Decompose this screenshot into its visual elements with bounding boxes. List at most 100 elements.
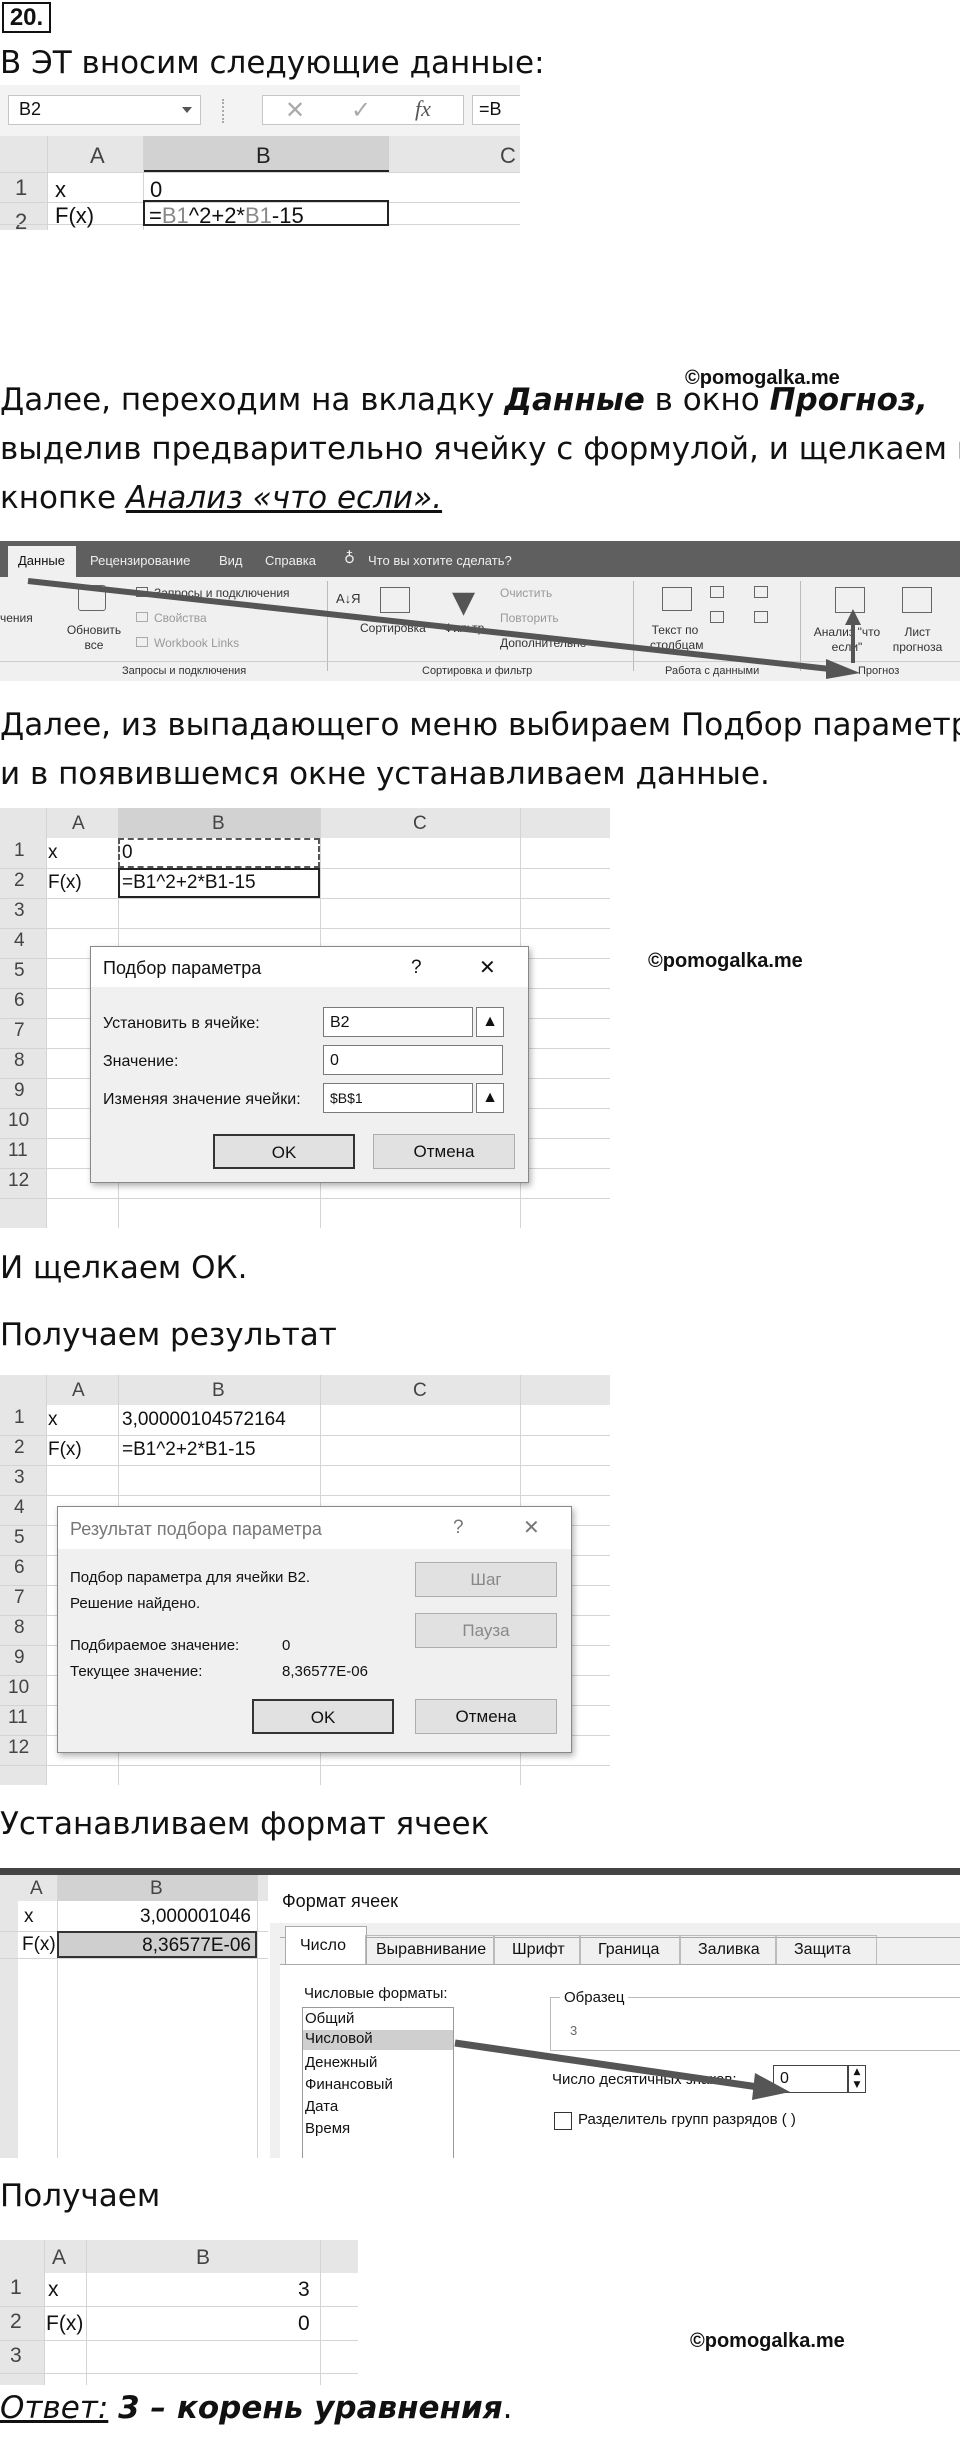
enter-icon[interactable]: ✓: [351, 96, 371, 124]
cell-a1[interactable]: x: [48, 1409, 58, 1431]
row-header-2[interactable]: 2: [15, 209, 27, 230]
current-value-label: Текущее значение:: [70, 1663, 203, 1680]
cell-b1[interactable]: 3,00000104572164: [122, 1409, 286, 1431]
watermark: ©pomogalka.me: [648, 950, 803, 972]
ok-button[interactable]: OK: [213, 1134, 355, 1169]
cancel-button[interactable]: Отмена: [373, 1134, 515, 1169]
answer-label: Ответ:: [0, 2390, 109, 2426]
ribbon-data-tab: Данные Рецензирование Вид Справка ♁ Что …: [0, 541, 960, 681]
row-header-3[interactable]: 3: [14, 900, 25, 922]
row-header-9[interactable]: 9: [14, 1080, 25, 1102]
ok-button[interactable]: OK: [252, 1699, 394, 1734]
row-header-4[interactable]: 4: [14, 1497, 25, 1519]
row-header-7[interactable]: 7: [14, 1587, 25, 1609]
cell-a1[interactable]: x: [55, 177, 66, 203]
current-value: 8,36577E-06: [282, 1663, 368, 1680]
cell-a2[interactable]: F(x): [46, 2312, 83, 2336]
cell-b2-selected[interactable]: =B1^2+2*B1-15: [143, 200, 389, 228]
value-label: Значение:: [103, 1053, 179, 1070]
watermark: ©pomogalka.me: [690, 2330, 845, 2352]
help-icon[interactable]: ?: [453, 1517, 464, 1539]
row-header-11[interactable]: 11: [8, 1140, 28, 1162]
row-header-9[interactable]: 9: [14, 1647, 25, 1669]
paragraph-1: В ЭТ вносим следующие данные:: [0, 45, 545, 81]
row-header-1[interactable]: 1: [10, 2276, 22, 2300]
paragraph-3-line-2: и в появившемся окне устанавливаем данны…: [0, 756, 770, 792]
paragraph-5: Получаем результат: [0, 1317, 337, 1353]
row-header-8[interactable]: 8: [14, 1050, 25, 1072]
paragraph-3-line-1: Далее, из выпадающего меню выбираем Подб…: [0, 707, 960, 743]
collapse-set-cell-button[interactable]: ▲: [476, 1007, 504, 1037]
changing-cell-label: Изменяя значение ячейки:: [103, 1091, 301, 1108]
row-header-3[interactable]: 3: [14, 1467, 25, 1489]
row-header-5[interactable]: 5: [14, 1527, 25, 1549]
row-header-6[interactable]: 6: [14, 990, 25, 1012]
cell-a2[interactable]: F(x): [48, 872, 82, 894]
pause-button[interactable]: Пауза: [415, 1613, 557, 1648]
column-header-c[interactable]: C: [413, 813, 427, 835]
step-button[interactable]: Шаг: [415, 1562, 557, 1597]
final-result-screenshot: A B 1 2 3 x 3 F(x) 0: [0, 2240, 358, 2385]
column-header-b[interactable]: B: [212, 813, 225, 835]
cancel-icon[interactable]: ✕: [285, 96, 305, 124]
column-header-a[interactable]: A: [90, 143, 105, 169]
status-line-2: Решение найдено.: [70, 1595, 201, 1612]
paragraph-7: Получаем: [0, 2178, 161, 2214]
changing-cell-input[interactable]: $B$1: [323, 1083, 473, 1113]
answer: Ответ: 3 – корень уравнения.: [0, 2390, 513, 2426]
row-header-2[interactable]: 2: [14, 1437, 25, 1459]
paragraph-2-line-3: кнопке Анализ «что если».: [0, 480, 443, 516]
dropdown-arrow-icon[interactable]: [182, 107, 192, 113]
close-icon[interactable]: ✕: [523, 1515, 540, 1540]
formula-bar[interactable]: =B: [472, 95, 520, 125]
column-header-b[interactable]: B: [212, 1380, 225, 1402]
fx-icon[interactable]: fx: [415, 96, 431, 122]
row-header-2[interactable]: 2: [14, 870, 25, 892]
cell-b2[interactable]: =B1^2+2*B1-15: [122, 1439, 256, 1461]
name-box[interactable]: B2: [8, 95, 201, 125]
row-header-6[interactable]: 6: [14, 1557, 25, 1579]
value-input[interactable]: 0: [323, 1045, 503, 1075]
set-cell-input[interactable]: B2: [323, 1007, 473, 1037]
row-header-1[interactable]: 1: [15, 175, 27, 201]
paragraph-2-line-2: выделив предварительно ячейку с формулой…: [0, 431, 960, 467]
cell-a1[interactable]: x: [48, 842, 58, 864]
dialog-title: Подбор параметра: [103, 958, 262, 978]
column-header-a[interactable]: A: [52, 2246, 66, 2270]
row-header-11[interactable]: 11: [8, 1707, 28, 1729]
column-header-a[interactable]: A: [72, 813, 85, 835]
row-header-12[interactable]: 12: [8, 1737, 29, 1759]
row-header-2[interactable]: 2: [10, 2310, 22, 2334]
row-header-4[interactable]: 4: [14, 930, 25, 952]
name-box-value: B2: [19, 99, 42, 119]
cell-a2[interactable]: F(x): [55, 203, 94, 229]
cell-b1[interactable]: 3: [298, 2278, 310, 2302]
column-header-c[interactable]: C: [500, 143, 516, 169]
row-header-10[interactable]: 10: [8, 1677, 29, 1699]
column-header-c[interactable]: C: [413, 1380, 427, 1402]
column-header-a[interactable]: A: [72, 1380, 85, 1402]
cell-b2[interactable]: 0: [298, 2312, 310, 2336]
row-header-12[interactable]: 12: [8, 1170, 29, 1192]
row-header-3[interactable]: 3: [10, 2344, 22, 2368]
pointer-arrow: [454, 2039, 790, 2100]
row-header-7[interactable]: 7: [14, 1020, 25, 1042]
row-header-10[interactable]: 10: [8, 1110, 29, 1132]
cell-a2[interactable]: F(x): [48, 1439, 82, 1461]
row-header-8[interactable]: 8: [14, 1617, 25, 1639]
goal-seek-result-screenshot: A B C 1 2 3 4 5 6 7 8 9 10 11 12 x 3,000…: [0, 1375, 610, 1785]
row-header-1[interactable]: 1: [14, 1407, 25, 1429]
cell-a1[interactable]: x: [48, 2278, 59, 2302]
cell-b2-selected[interactable]: =B1^2+2*B1-15: [118, 868, 320, 898]
format-cells-screenshot: A B x 3,000001046 F(x) 8,36577E-06 Форма…: [0, 1868, 960, 2158]
column-header-b[interactable]: B: [196, 2246, 210, 2270]
help-icon[interactable]: ?: [411, 957, 422, 979]
row-header-1[interactable]: 1: [14, 840, 25, 862]
row-header-3[interactable]: 3: [15, 229, 27, 230]
row-header-5[interactable]: 5: [14, 960, 25, 982]
cell-b1[interactable]: 0: [118, 838, 320, 868]
task-number: 20.: [2, 2, 51, 33]
cancel-button[interactable]: Отмена: [415, 1699, 557, 1734]
close-icon[interactable]: ✕: [479, 955, 496, 980]
collapse-changing-cell-button[interactable]: ▲: [476, 1083, 504, 1113]
